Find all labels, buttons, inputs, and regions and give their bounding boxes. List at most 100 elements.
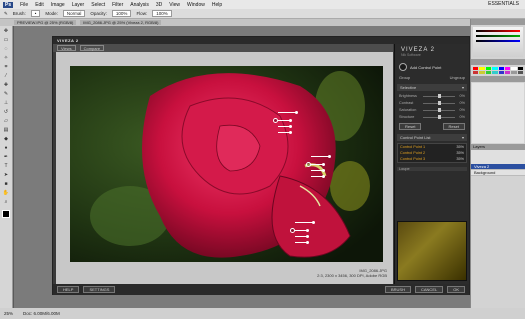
viveza-toolbar: Views Compare: [53, 44, 393, 52]
settings-button[interactable]: SETTINGS: [83, 286, 116, 293]
structure-slider-row[interactable]: Structure 0%: [399, 115, 465, 119]
opacity-field[interactable]: 100%: [111, 10, 132, 17]
control-point-1-brightness-slider[interactable]: [278, 119, 292, 122]
viveza-title-badge: VIVEZA 2: [57, 38, 79, 43]
loupe-head[interactable]: Loupe: [397, 167, 467, 171]
doc-tab-2[interactable]: IMG_2086.JPG @ 25% (Viveza 2, RGB/8): [80, 20, 162, 25]
workspace-switcher[interactable]: ESSENTIALS: [488, 1, 519, 7]
control-point-list-item[interactable]: Control Point 3 35%: [398, 156, 466, 162]
ok-button[interactable]: OK: [447, 286, 465, 293]
structure-value: 0%: [459, 115, 466, 119]
type-tool-icon[interactable]: T: [2, 163, 11, 170]
adjustments-panel[interactable]: [472, 83, 524, 143]
brightness-knob[interactable]: [438, 94, 442, 98]
help-button[interactable]: HELP: [57, 286, 80, 293]
move-tool-icon[interactable]: ✥: [2, 28, 11, 35]
layer-row-background[interactable]: Background: [471, 170, 525, 176]
control-point-2-size-slider[interactable]: [311, 155, 331, 158]
structure-knob[interactable]: [438, 115, 442, 119]
saturation-knob[interactable]: [438, 108, 442, 112]
contrast-knob[interactable]: [438, 101, 442, 105]
reset-button[interactable]: Reset: [399, 123, 422, 130]
pen-tool-icon[interactable]: ✒: [2, 154, 11, 161]
group-row: Group Ungroup: [399, 75, 465, 80]
magic-wand-tool-icon[interactable]: ✧: [2, 55, 11, 62]
saturation-track[interactable]: [423, 108, 455, 112]
control-point-3-saturation-slider[interactable]: [295, 241, 309, 244]
status-bar: 25% Doc: 6.00M/6.00M: [0, 308, 525, 319]
menu-edit[interactable]: Edit: [35, 2, 44, 8]
shape-tool-icon[interactable]: ■: [2, 181, 11, 188]
zoom-tool-icon[interactable]: ⌕: [2, 199, 11, 206]
control-point-1-size-slider[interactable]: [278, 111, 298, 114]
views-button[interactable]: Views: [57, 45, 76, 51]
reset-all-button[interactable]: Reset: [442, 123, 465, 130]
hand-tool-icon[interactable]: ✋: [2, 190, 11, 197]
zoom-level[interactable]: 25%: [4, 311, 13, 316]
brush-tool-icon[interactable]: ✎: [2, 91, 11, 98]
structure-track[interactable]: [423, 115, 455, 119]
mode-select[interactable]: Normal: [62, 10, 86, 17]
doc-tab-1[interactable]: PREVIEW.IPG @ 25% (RGB/8): [14, 20, 77, 25]
cancel-button[interactable]: CANCEL: [414, 286, 444, 293]
control-point-1-contrast-slider[interactable]: [278, 125, 292, 128]
menu-layer[interactable]: Layer: [72, 2, 85, 8]
brush-button[interactable]: BRUSH: [384, 286, 411, 293]
photo-info: 2:3, 2300 x 3456, 300 DPI, Adobe RGB: [317, 273, 387, 278]
menu-3d[interactable]: 3D: [156, 2, 162, 8]
ungroup-button[interactable]: Ungroup: [450, 75, 465, 80]
stamp-tool-icon[interactable]: ⊥: [2, 100, 11, 107]
menu-filter[interactable]: Filter: [112, 2, 123, 8]
control-point-opacity: 35%: [456, 157, 464, 161]
menu-view[interactable]: View: [169, 2, 180, 8]
control-point-1-saturation-slider[interactable]: [278, 131, 292, 134]
menu-select[interactable]: Select: [91, 2, 105, 8]
contrast-track[interactable]: [423, 101, 455, 105]
layers-options[interactable]: [471, 150, 525, 164]
eraser-tool-icon[interactable]: ▱: [2, 118, 11, 125]
control-point-2-contrast-slider[interactable]: [311, 169, 325, 172]
blur-tool-icon[interactable]: ◆: [2, 136, 11, 143]
contrast-slider-row[interactable]: Contrast 0%: [399, 101, 465, 105]
history-brush-icon[interactable]: ↺: [2, 109, 11, 116]
group-button[interactable]: Group: [399, 75, 410, 80]
color-panel[interactable]: [473, 27, 523, 57]
selective-section-head[interactable]: Selective ▾: [397, 84, 467, 91]
control-point-3-brightness-slider[interactable]: [295, 229, 309, 232]
rose-photo[interactable]: [70, 66, 383, 262]
saturation-slider-row[interactable]: Saturation 0%: [399, 108, 465, 112]
flow-label: Flow:: [136, 11, 148, 16]
menu-window[interactable]: Window: [187, 2, 205, 8]
dodge-tool-icon[interactable]: ●: [2, 145, 11, 152]
saturation-value: 0%: [459, 108, 466, 112]
mode-label: Mode:: [45, 11, 58, 16]
brightness-slider-row[interactable]: Brightness 0%: [399, 94, 465, 98]
add-control-point-button[interactable]: Add Control Point: [399, 63, 465, 71]
brightness-track[interactable]: [423, 94, 455, 98]
foreground-color-swatch[interactable]: [2, 210, 10, 218]
viveza-window: VIVEZA 2 Views Compare IMG_2086.JPG 2:3,…: [52, 36, 470, 295]
menu-image[interactable]: Image: [51, 2, 65, 8]
lasso-tool-icon[interactable]: ◌: [2, 46, 11, 53]
control-point-3-contrast-slider[interactable]: [295, 235, 309, 238]
gradient-tool-icon[interactable]: ▤: [2, 127, 11, 134]
marquee-tool-icon[interactable]: ▭: [2, 37, 11, 44]
control-point-list-head[interactable]: Control Point List ▾: [397, 134, 467, 141]
compare-button[interactable]: Compare: [79, 45, 105, 51]
control-point-3-size-slider[interactable]: [295, 221, 315, 224]
flow-field[interactable]: 100%: [152, 10, 172, 17]
swatches-panel[interactable]: [471, 65, 525, 76]
menu-analysis[interactable]: Analysis: [130, 2, 149, 8]
chevron-down-icon: ▾: [461, 85, 464, 90]
control-point-2-brightness-slider[interactable]: [311, 163, 325, 166]
brush-size-picker[interactable]: •: [30, 10, 41, 17]
menu-file[interactable]: File: [20, 2, 28, 8]
viveza-logo: VIVEZA 2: [401, 47, 436, 53]
brush-tool-icon[interactable]: ✎: [4, 11, 8, 17]
healing-tool-icon[interactable]: ✚: [2, 82, 11, 89]
crop-tool-icon[interactable]: ⌗: [2, 64, 11, 71]
control-point-2-saturation-slider[interactable]: [311, 175, 325, 178]
menu-help[interactable]: Help: [212, 2, 222, 8]
path-select-tool-icon[interactable]: ➤: [2, 172, 11, 179]
eyedropper-tool-icon[interactable]: ⁄: [2, 73, 11, 80]
